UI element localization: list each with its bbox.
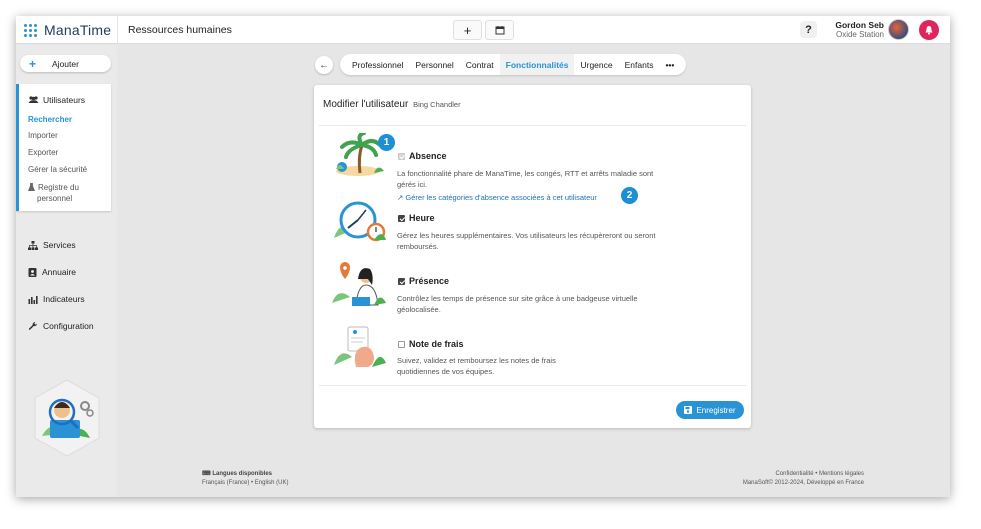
divider <box>319 385 746 386</box>
avatar[interactable] <box>888 19 909 40</box>
calendar-button[interactable] <box>485 20 514 40</box>
footer-legal: Confidentialité • Mentions légales ManaS… <box>743 470 864 488</box>
note-de-frais-illustration <box>334 326 386 367</box>
feature-desc-heure: Gérez les heures supplémentaires. Vos ut… <box>397 231 656 251</box>
sidebar-item-label: Indicateurs <box>43 294 85 304</box>
languages-list[interactable]: Français (France) • English (UK) <box>202 479 288 488</box>
absence-categories-link[interactable]: ↗ Gérer les catégories d'absence associé… <box>397 193 597 202</box>
tab-enfants[interactable]: Enfants <box>619 54 660 75</box>
sidebar-item-label: Configuration <box>43 321 94 331</box>
absence-categories-link-text: Gérer les catégories d'absence associées… <box>405 193 597 202</box>
footer-languages: ⌨ Langues disponibles Français (France) … <box>202 470 288 488</box>
app-logo[interactable]: ManaTime <box>24 22 111 38</box>
card-title: Modifier l'utilisateur Bing Chandler <box>323 99 461 110</box>
save-button[interactable]: Enregistrer <box>676 401 744 419</box>
back-button[interactable]: ← <box>315 56 333 74</box>
keyboard-icon: ⌨ <box>202 471 213 477</box>
support-illustration <box>34 379 100 457</box>
plus-icon: + <box>463 22 472 38</box>
breadcrumb: Ressources humaines <box>128 24 232 36</box>
sidebar-item-securite[interactable]: Gérer la sécurité <box>28 165 87 174</box>
annotation-badge-2: 2 <box>621 187 638 204</box>
sidebar-item-annuaire[interactable]: Annuaire <box>28 267 76 277</box>
sidebar-item-configuration[interactable]: Configuration <box>28 321 94 331</box>
help-button[interactable]: ? <box>800 21 817 38</box>
feature-desc-presence: Contrôlez les temps de présence sur site… <box>397 294 638 314</box>
heure-illustration <box>334 201 386 242</box>
address-book-icon <box>28 267 37 277</box>
absence-checkbox[interactable] <box>398 153 405 160</box>
add-button-label: Ajouter <box>52 58 79 69</box>
feature-title-absence: Absence <box>409 151 447 161</box>
divider <box>319 125 746 126</box>
add-button[interactable]: + Ajouter <box>20 55 111 72</box>
feature-title-presence: Présence <box>409 276 450 286</box>
calendar-icon <box>495 26 504 35</box>
feature-title-heure: Heure <box>409 213 435 223</box>
sidebar: + Ajouter Utilisateurs Rechercher Import… <box>16 45 117 497</box>
sidebar-item-services[interactable]: Services <box>28 240 76 250</box>
sidebar-item-label: Utilisateurs <box>43 95 86 105</box>
tab-urgence[interactable]: Urgence <box>574 54 618 75</box>
sidebar-item-label: Services <box>43 240 76 250</box>
arrow-left-icon: ← <box>319 59 329 71</box>
annotation-badge-1: 1 <box>378 134 395 151</box>
user-name[interactable]: Gordon Seb <box>835 20 884 30</box>
tab-professionnel[interactable]: Professionnel <box>346 54 410 75</box>
user-company: Oxide Station <box>835 30 884 39</box>
languages-title: ⌨ Langues disponibles <box>202 470 288 479</box>
app-name: ManaTime <box>44 22 112 38</box>
sidebar-item-registre[interactable]: Registre du personnel <box>28 182 108 204</box>
sidebar-item-users[interactable]: Utilisateurs <box>28 95 85 105</box>
tab-bar: Professionnel Personnel Contrat Fonction… <box>340 54 687 75</box>
presence-illustration <box>332 262 386 306</box>
tab-fonctionnalites[interactable]: Fonctionnalités <box>499 54 575 75</box>
divider <box>117 16 118 44</box>
sidebar-item-label: Annuaire <box>42 267 77 277</box>
bell-icon <box>925 26 933 35</box>
sidebar-item-importer[interactable]: Importer <box>28 131 58 140</box>
more-tabs-button[interactable]: ••• <box>659 54 680 75</box>
flask-icon <box>28 183 35 191</box>
features-card: Modifier l'utilisateur Bing Chandler Abs… <box>314 85 751 428</box>
chart-icon <box>28 295 38 304</box>
sidebar-item-exporter[interactable]: Exporter <box>28 148 58 157</box>
users-icon <box>28 96 39 103</box>
save-button-label: Enregistrer <box>696 405 736 415</box>
feature-title-note-de-frais: Note de frais <box>409 339 464 349</box>
sidebar-item-indicateurs[interactable]: Indicateurs <box>28 294 85 304</box>
card-title-text: Modifier l'utilisateur <box>323 99 409 110</box>
heure-checkbox[interactable] <box>398 215 405 222</box>
app-window: ManaTime Ressources humaines + ? Gordon … <box>16 16 950 497</box>
external-link-icon: ↗ <box>397 193 404 202</box>
legal-links[interactable]: Confidentialité • Mentions légales <box>743 470 865 479</box>
sidebar-item-label: Registre du personnel <box>37 183 79 203</box>
card-subtitle: Bing Chandler <box>413 100 461 109</box>
feature-desc-note-de-frais: Suivez, validez et remboursez les notes … <box>397 356 556 376</box>
note-de-frais-checkbox[interactable] <box>398 341 405 348</box>
plus-icon: + <box>29 56 37 71</box>
sidebar-item-rechercher[interactable]: Rechercher <box>28 115 72 124</box>
tab-personnel[interactable]: Personnel <box>410 54 460 75</box>
quick-add-button[interactable]: + <box>453 20 482 40</box>
languages-title-text: Langues disponibles <box>212 471 273 477</box>
notification-button[interactable] <box>919 20 939 40</box>
floppy-disk-icon <box>684 406 693 414</box>
tab-contrat[interactable]: Contrat <box>460 54 500 75</box>
apps-grid-icon <box>24 23 37 37</box>
wrench-icon <box>28 321 38 330</box>
presence-checkbox[interactable] <box>398 278 405 285</box>
sitemap-icon <box>28 240 38 250</box>
copyright: ManaSoft© 2012-2024, Développé en France <box>742 480 864 486</box>
users-section: Utilisateurs Rechercher Importer Exporte… <box>16 84 111 211</box>
top-bar: ManaTime Ressources humaines + ? Gordon … <box>16 16 950 44</box>
